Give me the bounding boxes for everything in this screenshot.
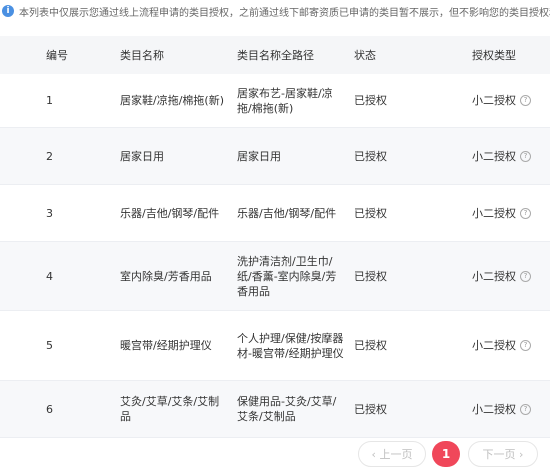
category-auth-table: 编号 类目名称 类目名称全路径 状态 授权类型 1 居家鞋/凉拖/棉拖(新) 居… xyxy=(0,36,550,438)
row-name: 暖宫带/经期护理仪 xyxy=(120,339,212,352)
notice-text: 本列表中仅展示您通过线上流程申请的类目授权，之前通过线下邮寄资质已申请的类目暂不… xyxy=(19,7,550,19)
table-row: 2 居家日用 居家日用 已授权 小二授权 ? xyxy=(0,128,550,185)
row-path: 居家布艺-居家鞋/凉拖/棉拖(新) xyxy=(237,86,333,115)
auth-type-label: 小二授权 xyxy=(472,94,516,107)
row-num: 1 xyxy=(46,94,53,107)
prev-page-button[interactable]: ‹ 上一页 xyxy=(358,441,426,467)
row-path: 个人护理/保健/按摩器材-暖宫带/经期护理仪 xyxy=(237,331,344,360)
header-num: 编号 xyxy=(46,48,68,62)
row-num: 6 xyxy=(46,402,53,416)
row-num: 4 xyxy=(46,269,53,283)
row-type: 小二授权 ? xyxy=(472,93,550,108)
help-icon[interactable]: ? xyxy=(520,207,531,219)
header-type: 授权类型 xyxy=(472,48,516,62)
header-status: 状态 xyxy=(354,48,376,62)
row-path: 洗护清洁剂/卫生巾/纸/香薰-室内除臭/芳香用品 xyxy=(237,254,337,298)
auth-type-label: 小二授权 xyxy=(472,269,516,283)
row-status: 已授权 xyxy=(354,402,387,416)
auth-type-label: 小二授权 xyxy=(472,206,516,220)
row-status: 已授权 xyxy=(354,206,387,220)
table-row: 3 乐器/吉他/钢琴/配件 乐器/吉他/钢琴/配件 已授权 小二授权 ? xyxy=(0,185,550,242)
row-type: 小二授权 ? xyxy=(472,269,550,284)
row-num: 3 xyxy=(46,206,53,220)
row-name: 居家日用 xyxy=(120,149,164,163)
help-icon[interactable]: ? xyxy=(520,403,531,415)
page-number-button[interactable]: 1 xyxy=(432,441,460,467)
header-name: 类目名称 xyxy=(120,48,164,62)
row-name: 乐器/吉他/钢琴/配件 xyxy=(120,206,220,220)
row-status: 已授权 xyxy=(354,339,387,352)
row-type: 小二授权 ? xyxy=(472,206,550,221)
row-type: 小二授权 ? xyxy=(472,338,550,353)
table-header: 编号 类目名称 类目名称全路径 状态 授权类型 xyxy=(0,36,550,74)
row-type: 小二授权 ? xyxy=(472,402,550,417)
row-type: 小二授权 ? xyxy=(472,149,550,164)
row-path: 乐器/吉他/钢琴/配件 xyxy=(237,206,337,220)
auth-type-label: 小二授权 xyxy=(472,339,516,352)
table-row: 6 艾灸/艾草/艾条/艾制品 保健用品-艾灸/艾草/艾条/艾制品 已授权 小二授… xyxy=(0,381,550,438)
table-row: 5 暖宫带/经期护理仪 个人护理/保健/按摩器材-暖宫带/经期护理仪 已授权 小… xyxy=(0,311,550,381)
next-page-button[interactable]: 下一页 › xyxy=(468,441,538,467)
row-path: 居家日用 xyxy=(237,149,281,163)
row-status: 已授权 xyxy=(354,149,387,163)
notice-bar: i 本列表中仅展示您通过线上流程申请的类目授权，之前通过线下邮寄资质已申请的类目… xyxy=(0,0,550,22)
pagination: ‹ 上一页 1 下一页 › xyxy=(0,441,550,467)
row-num: 5 xyxy=(46,339,53,352)
row-name: 室内除臭/芳香用品 xyxy=(120,269,212,283)
header-path: 类目名称全路径 xyxy=(237,48,314,62)
table-row: 4 室内除臭/芳香用品 洗护清洁剂/卫生巾/纸/香薰-室内除臭/芳香用品 已授权… xyxy=(0,242,550,311)
help-icon[interactable]: ? xyxy=(520,95,531,106)
help-icon[interactable]: ? xyxy=(520,150,531,162)
table-row: 1 居家鞋/凉拖/棉拖(新) 居家布艺-居家鞋/凉拖/棉拖(新) 已授权 小二授… xyxy=(0,74,550,128)
auth-type-label: 小二授权 xyxy=(472,149,516,163)
row-name: 居家鞋/凉拖/棉拖(新) xyxy=(120,94,224,107)
help-icon[interactable]: ? xyxy=(520,340,531,351)
row-path: 保健用品-艾灸/艾草/艾条/艾制品 xyxy=(237,395,337,423)
row-name: 艾灸/艾草/艾条/艾制品 xyxy=(120,395,220,423)
row-num: 2 xyxy=(46,149,53,163)
auth-type-label: 小二授权 xyxy=(472,402,516,416)
info-icon: i xyxy=(2,5,14,17)
help-icon[interactable]: ? xyxy=(520,270,531,282)
row-status: 已授权 xyxy=(354,269,387,283)
row-status: 已授权 xyxy=(354,94,387,107)
